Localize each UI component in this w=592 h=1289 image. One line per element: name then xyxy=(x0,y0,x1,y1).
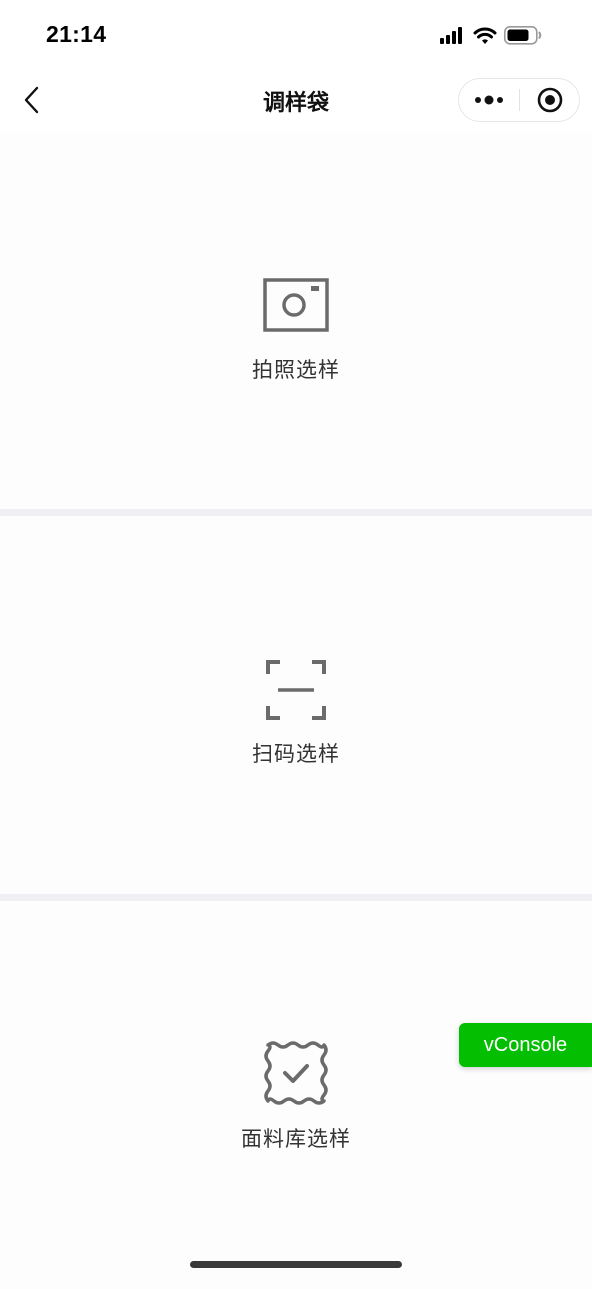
signal-icon xyxy=(440,27,462,44)
mini-program-capsule xyxy=(458,78,580,122)
status-time: 21:14 xyxy=(46,21,107,47)
wifi-icon xyxy=(473,27,497,44)
option-label: 扫码选样 xyxy=(252,742,340,766)
status-icons xyxy=(440,24,568,48)
option-label: 拍照选样 xyxy=(252,358,340,382)
scan-frame-icon xyxy=(266,660,326,720)
status-bar: 21:14 xyxy=(0,0,592,68)
home-indicator xyxy=(190,1261,402,1268)
divider xyxy=(0,509,592,516)
close-mini-program-button[interactable] xyxy=(520,79,580,121)
camera-icon xyxy=(263,278,329,332)
photo-select-option[interactable]: 拍照选样 xyxy=(0,132,592,509)
more-dots-icon xyxy=(475,95,503,105)
navigation-bar: 调样袋 xyxy=(0,68,592,132)
fabric-swatch-check-icon xyxy=(264,1041,328,1105)
selection-options: 拍照选样 扫码选样 面料库选样 xyxy=(0,132,592,1289)
option-label: 面料库选样 xyxy=(241,1127,351,1151)
fabric-library-select-option[interactable]: 面料库选样 xyxy=(0,901,592,1289)
target-circle-icon xyxy=(537,87,563,113)
more-button[interactable] xyxy=(459,79,519,121)
divider xyxy=(0,894,592,901)
scan-select-option[interactable]: 扫码选样 xyxy=(0,516,592,894)
battery-icon xyxy=(504,26,542,45)
vconsole-button[interactable]: vConsole xyxy=(459,1023,592,1067)
